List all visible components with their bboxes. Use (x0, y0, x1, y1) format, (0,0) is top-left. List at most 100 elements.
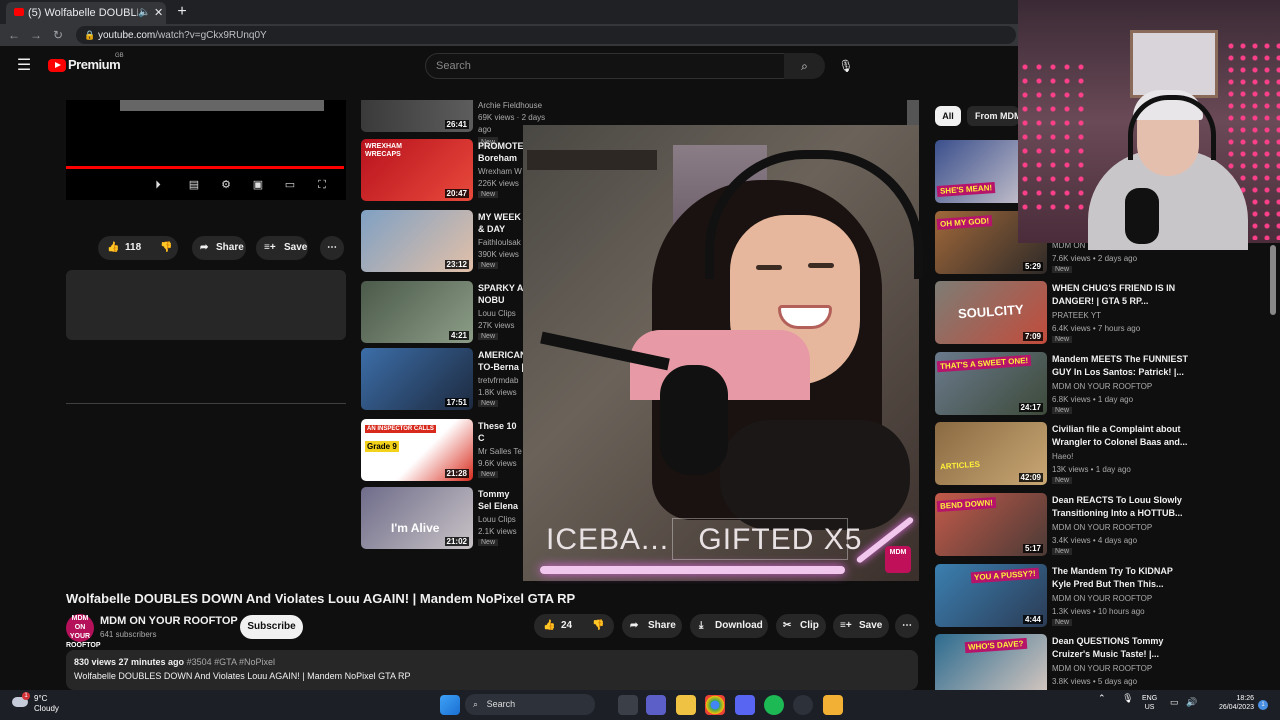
playlist-add-icon: ≡+ (840, 620, 852, 631)
notification-badge[interactable]: 1 (1258, 700, 1268, 710)
video-thumbnail: AN INSPECTOR CALLS Grade 9 21:28 (361, 419, 473, 481)
media-app-icon[interactable] (823, 695, 843, 715)
channel-name: Wrexham W (478, 167, 522, 176)
search-button[interactable]: ⌕ (784, 53, 825, 79)
channel-avatar[interactable]: MDM ON YOUR ROOFTOP (66, 614, 100, 649)
scissors-icon: ✂ (783, 620, 792, 631)
system-tray[interactable]: ⌃ 🎙 (1098, 693, 1134, 704)
scrollbar[interactable] (907, 100, 919, 125)
related-video[interactable]: 17:51 AMERICAN TO-Berna | tretvfrmdab 1.… (361, 348, 524, 412)
thumb-caption: SOULCITY (957, 301, 1025, 322)
video-thumbnail: 17:51 (361, 348, 473, 410)
taskbar-search-label: Search (486, 699, 516, 709)
related-video[interactable]: AN INSPECTOR CALLS Grade 9 21:28 These 1… (361, 419, 523, 483)
video-title: The Mandem Try To KIDNAP Kyle Pred But T… (1052, 566, 1173, 589)
network-icon[interactable]: ▭ (1170, 697, 1179, 708)
channel-name[interactable]: MDM ON YOUR ROOFTOP (100, 615, 238, 627)
video-player[interactable] (66, 100, 346, 200)
volume-icon[interactable]: 🔊 (1186, 697, 1197, 708)
description-box[interactable] (66, 650, 918, 690)
like-dislike-group: 👍 24 👎 (534, 614, 614, 638)
video-title: WHEN CHUG'S FRIEND IS IN DANGER! | GTA 5… (1052, 283, 1176, 306)
settings-gear-icon[interactable]: ⚙ (218, 178, 234, 192)
thumbs-down-icon[interactable]: 👎 (592, 614, 604, 638)
video-thumbnail: 23:12 (361, 210, 473, 272)
channel-name: tretvfrmdab (478, 376, 519, 385)
microphone-icon[interactable]: 🎙 (835, 54, 857, 78)
task-view-icon[interactable] (618, 695, 638, 715)
more-options-icon[interactable]: ⋯ (320, 236, 344, 260)
app-icon[interactable] (793, 695, 813, 715)
new-badge: New (1052, 619, 1073, 626)
autoplay-toggle-icon[interactable]: ⏵ (150, 178, 166, 192)
browser-tab[interactable]: (5) Wolfabelle DOUBLES DOWN And Violates… (6, 2, 166, 24)
new-tab-button[interactable]: + (172, 2, 192, 22)
subscribe-button[interactable]: Subscribe (240, 615, 303, 639)
sidebar-video[interactable]: BEND DOWN! 5:17 Dean REACTS To Louu Slow… (935, 493, 1235, 557)
reload-icon[interactable]: ↻ (50, 24, 66, 46)
clock[interactable]: 18:26 26/04/2023 (1206, 694, 1254, 712)
url-field[interactable]: 🔒 youtube.com/watch?v=gCkx9RUnq0Y (76, 26, 1016, 44)
hashtags[interactable]: #3504 #GTA #NoPixel (187, 657, 275, 667)
sidebar-video[interactable]: THAT'S A SWEET ONE! 24:17 Mandem MEETS T… (935, 352, 1235, 416)
sidebar-scrollbar[interactable] (1270, 245, 1276, 315)
share-icon: ➦ (200, 242, 209, 253)
microphone-tray-icon[interactable]: 🎙 (1122, 693, 1133, 703)
share-button[interactable]: ➦ Share (192, 236, 246, 260)
taskbar-search[interactable]: ⌕ Search (465, 694, 595, 715)
sidebar-video[interactable]: YOU A PUSSY?! 4:44 The Mandem Try To KID… (935, 564, 1235, 628)
thumbs-down-icon[interactable]: 👎 (160, 236, 172, 260)
chrome-icon[interactable] (705, 695, 725, 715)
progress-bar[interactable] (66, 166, 344, 169)
related-video[interactable]: 23:12 MY WEEK & DAY OUT D Faithloulsak 3… (361, 210, 523, 274)
chip-all[interactable]: All (935, 106, 961, 126)
windows-start-icon[interactable] (440, 695, 460, 715)
related-video[interactable]: I'm Alive 21:02 Tommy Sel Elena Louu Cli… (361, 487, 523, 551)
more-options-icon[interactable]: ⋯ (895, 614, 919, 638)
thumbs-up-icon[interactable]: 👍 (543, 614, 555, 638)
sidebar-video[interactable]: WHO'S DAVE? Dean QUESTIONS Tommy Cruizer… (935, 634, 1235, 690)
miniplayer-icon[interactable]: ▣ (250, 178, 266, 192)
new-badge: New (478, 262, 499, 269)
video-thumbnail: YOU A PUSSY?! 4:44 (935, 564, 1047, 627)
shelf-decor (527, 150, 657, 170)
sidebar-video[interactable]: ARTICLES 42:09 Civilian file a Complaint… (935, 422, 1235, 486)
fullscreen-icon[interactable]: ⛶ (314, 178, 330, 192)
sidebar-video[interactable]: SOULCITY 7:09 WHEN CHUG'S FRIEND IS IN D… (935, 281, 1235, 345)
related-video[interactable]: WREXHAM WRECAPS 20:47 PROMOTEI Boreham W… (361, 139, 524, 203)
subtitles-icon[interactable]: ▤ (186, 178, 202, 192)
save-button[interactable]: ≡+ Save (833, 614, 889, 638)
chevron-up-icon[interactable]: ⌃ (1098, 693, 1106, 703)
discord-icon[interactable] (735, 695, 755, 715)
tab-title: (5) Wolfabelle DOUBLES DOWN And Violates… (28, 7, 138, 19)
mdm-logo: MDM (885, 546, 911, 573)
search-bar: Search ⌕ (425, 53, 825, 79)
placeholder-panel (66, 270, 346, 340)
chip-from-channel[interactable]: From MDM (967, 106, 1019, 126)
video-title: Wolfabelle DOUBLES DOWN And Violates Lou… (66, 591, 576, 606)
tab-close-icon[interactable]: ✕ (154, 2, 163, 24)
new-badge: New (478, 539, 499, 546)
related-video[interactable]: 4:21 SPARKY A NOBU AND Louu Clips 27K vi… (361, 281, 523, 345)
chat-icon[interactable] (646, 695, 666, 715)
language-indicator[interactable]: ENG US (1142, 694, 1157, 712)
thumbs-up-icon[interactable]: 👍 (107, 236, 119, 260)
share-button[interactable]: ➦ Share (622, 614, 682, 638)
back-icon[interactable]: ← (6, 24, 22, 46)
speaker-icon[interactable]: 🔈 (138, 2, 150, 24)
theater-mode-icon[interactable]: ▭ (282, 178, 298, 192)
download-button[interactable]: ⤓ Download (690, 614, 768, 638)
search-input[interactable]: Search (425, 53, 785, 79)
download-icon: ⤓ (699, 620, 704, 631)
forward-icon[interactable]: → (28, 24, 44, 46)
clip-button[interactable]: ✂ Clip (776, 614, 826, 638)
hamburger-menu-icon[interactable]: ☰ (14, 56, 34, 76)
glow-bar (540, 566, 845, 574)
save-button[interactable]: ≡+ Save (256, 236, 308, 260)
url-path: /watch?v=gCkx9RUnq0Y (155, 30, 267, 41)
file-explorer-icon[interactable] (676, 695, 696, 715)
like-count: 24 (561, 620, 573, 631)
video-title: Mandem MEETS The FUNNIEST GUY In Los San… (1052, 354, 1189, 377)
spotify-icon[interactable] (764, 695, 784, 715)
thumb-text: WREXHAM WRECAPS (365, 143, 402, 158)
